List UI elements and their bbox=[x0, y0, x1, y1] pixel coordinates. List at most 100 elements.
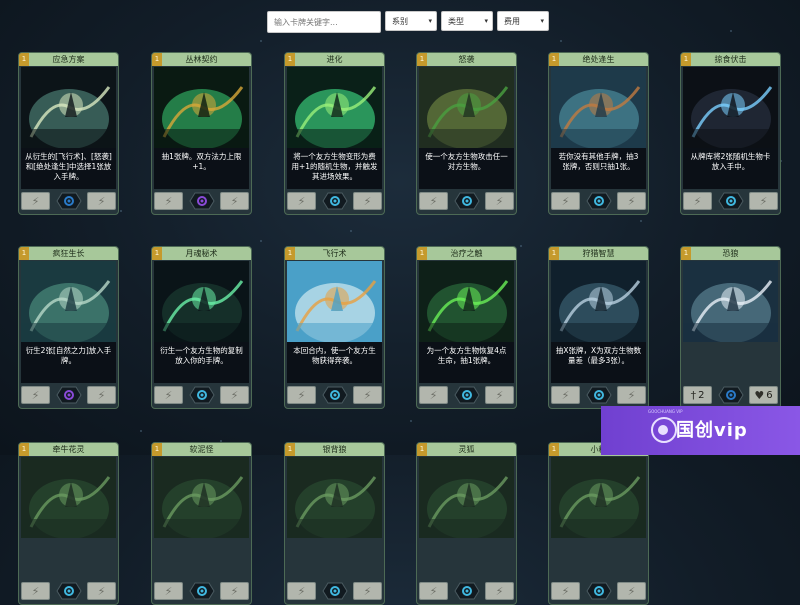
lightning-right-icon: ⚡ bbox=[87, 192, 116, 210]
lightning-left-icon: ⚡ bbox=[551, 582, 580, 600]
card-title: 狩猎智慧 bbox=[549, 247, 648, 260]
lightning-right-icon: ⚡ bbox=[220, 192, 249, 210]
gem-icon bbox=[717, 192, 744, 210]
card[interactable]: 进化 1 将一个友方生物变形为费用+1的随机生物，并触发其进场效果。 ⚡ ⚡ bbox=[284, 52, 385, 215]
card[interactable]: 丛林契约 1 抽1张牌。双方法力上限+1。 ⚡ ⚡ bbox=[151, 52, 252, 215]
card-title: 疯狂生长 bbox=[19, 247, 118, 260]
cost-select[interactable]: 费用 ▾ bbox=[497, 11, 549, 31]
card-gem bbox=[716, 385, 746, 405]
gem-icon bbox=[453, 582, 480, 600]
gem-icon bbox=[188, 386, 215, 404]
card-cost: 1 bbox=[19, 247, 29, 260]
card-footer: ⚡ ⚡ bbox=[154, 385, 249, 405]
card-title: 绝处逢生 bbox=[549, 53, 648, 66]
card-gem bbox=[320, 191, 350, 211]
star bbox=[640, 220, 642, 222]
card-title: 进化 bbox=[285, 53, 384, 66]
card[interactable]: 灵狐 1 ⚡ ⚡ bbox=[416, 442, 517, 605]
star bbox=[260, 240, 262, 242]
card-cost: 1 bbox=[417, 247, 427, 260]
card[interactable]: 恐狼 1 † 2 ♥ 6 bbox=[680, 246, 781, 409]
lightning-left-icon: ⚡ bbox=[287, 192, 316, 210]
gem-icon bbox=[585, 192, 612, 210]
card[interactable]: 疯狂生长 1 衍生2张[自然之力]放入手牌。 ⚡ ⚡ bbox=[18, 246, 119, 409]
lightning-right-icon: ⚡ bbox=[220, 386, 249, 404]
lightning-right-icon: ⚡ bbox=[87, 582, 116, 600]
card-gem bbox=[452, 581, 482, 601]
card-artwork bbox=[287, 67, 382, 148]
lightning-right-icon: ⚡ bbox=[617, 192, 646, 210]
card-footer: ⚡ ⚡ bbox=[551, 581, 646, 601]
star bbox=[410, 420, 412, 422]
card-footer: ⚡ ⚡ bbox=[287, 191, 382, 211]
card-title: 治疗之触 bbox=[417, 247, 516, 260]
card-gem bbox=[584, 581, 614, 601]
type-select[interactable]: 类型 ▾ bbox=[441, 11, 493, 31]
card[interactable]: 掠食伏击 1 从牌库将2张随机生物卡放入手中。 ⚡ ⚡ bbox=[680, 52, 781, 215]
card-footer: † 2 ♥ 6 bbox=[683, 385, 778, 405]
card-cost: 1 bbox=[549, 443, 559, 456]
card-footer: ⚡ ⚡ bbox=[551, 385, 646, 405]
card-title: 银背狼 bbox=[285, 443, 384, 456]
card[interactable]: 绝处逢生 1 若你没有其他手牌，抽3张牌，否则只抽1张。 ⚡ ⚡ bbox=[548, 52, 649, 215]
watermark-small-text: GOOCHUANG VIP bbox=[648, 409, 683, 414]
chevron-down-icon: ▾ bbox=[428, 17, 432, 25]
card[interactable]: 月魂秘术 1 衍生一个友方生物的复制放入你的手牌。 ⚡ ⚡ bbox=[151, 246, 252, 409]
card[interactable]: 软泥怪 1 ⚡ ⚡ bbox=[151, 442, 252, 605]
card-gem bbox=[584, 191, 614, 211]
card-title: 飞行术 bbox=[285, 247, 384, 260]
card-title: 掠食伏击 bbox=[681, 53, 780, 66]
card-cost: 1 bbox=[681, 53, 691, 66]
card-footer: ⚡ ⚡ bbox=[21, 191, 116, 211]
series-select[interactable]: 系别 ▾ bbox=[385, 11, 437, 31]
star bbox=[730, 30, 732, 32]
type-select-label: 类型 bbox=[448, 16, 464, 26]
card-gem bbox=[320, 385, 350, 405]
lightning-left-icon: ⚡ bbox=[154, 192, 183, 210]
lightning-right-icon: ⚡ bbox=[353, 192, 382, 210]
card-cost: 1 bbox=[417, 443, 427, 456]
card[interactable]: 小精 1 ⚡ ⚡ bbox=[548, 442, 649, 605]
card[interactable]: 飞行术 1 本回合内，使一个友方生物获得奔袭。 ⚡ ⚡ bbox=[284, 246, 385, 409]
card-description: 抽X张牌，X为双方生物数量差（最多3张）。 bbox=[551, 342, 646, 383]
gem-icon bbox=[55, 192, 82, 210]
card-title: 牵牛花灵 bbox=[19, 443, 118, 456]
lightning-right-icon: ⚡ bbox=[353, 386, 382, 404]
gem-icon bbox=[55, 582, 82, 600]
card-title: 灵狐 bbox=[417, 443, 516, 456]
lightning-left-icon: ⚡ bbox=[419, 386, 448, 404]
card-artwork-svg bbox=[21, 67, 116, 148]
lightning-right-icon: ⚡ bbox=[485, 192, 514, 210]
card-description: 将一个友方生物变形为费用+1的随机生物，并触发其进场效果。 bbox=[287, 148, 382, 189]
card[interactable]: 牵牛花灵 1 ⚡ ⚡ bbox=[18, 442, 119, 605]
card[interactable]: 狩猎智慧 1 抽X张牌，X为双方生物数量差（最多3张）。 ⚡ ⚡ bbox=[548, 246, 649, 409]
lightning-left-icon: ⚡ bbox=[21, 582, 50, 600]
card[interactable]: 治疗之触 1 为一个友方生物恢复4点生命，抽1张牌。 ⚡ ⚡ bbox=[416, 246, 517, 409]
star bbox=[260, 40, 262, 42]
lightning-right-icon: ⚡ bbox=[485, 582, 514, 600]
lightning-left-icon: ⚡ bbox=[154, 582, 183, 600]
health-value: 6 bbox=[766, 389, 773, 401]
card-footer: ⚡ ⚡ bbox=[154, 581, 249, 601]
card[interactable]: 银背狼 1 ⚡ ⚡ bbox=[284, 442, 385, 605]
lightning-right-icon: ⚡ bbox=[485, 386, 514, 404]
card-footer: ⚡ ⚡ bbox=[287, 581, 382, 601]
card-cost: 1 bbox=[285, 443, 295, 456]
card[interactable]: 怒袭 1 使一个友方生物攻击任一对方生物。 ⚡ ⚡ bbox=[416, 52, 517, 215]
lightning-left-icon: ⚡ bbox=[551, 192, 580, 210]
star bbox=[560, 40, 562, 42]
card-description: 使一个友方生物攻击任一对方生物。 bbox=[419, 148, 514, 189]
card[interactable]: 应急方案 1 从衍生的[飞行术]、[怒袭]和[绝处逢生]中选择1张放入手牌。 ⚡ ⚡ bbox=[18, 52, 119, 215]
lightning-left-icon: ⚡ bbox=[287, 386, 316, 404]
card-artwork bbox=[419, 457, 514, 538]
card-artwork bbox=[551, 67, 646, 148]
gem-icon bbox=[717, 386, 744, 404]
gem-icon bbox=[453, 386, 480, 404]
card-title: 应急方案 bbox=[19, 53, 118, 66]
card-gem bbox=[452, 385, 482, 405]
gem-icon bbox=[453, 192, 480, 210]
gem-icon bbox=[55, 386, 82, 404]
gem-icon bbox=[585, 582, 612, 600]
card-search-input[interactable] bbox=[267, 11, 381, 33]
lightning-right-icon: ⚡ bbox=[617, 582, 646, 600]
